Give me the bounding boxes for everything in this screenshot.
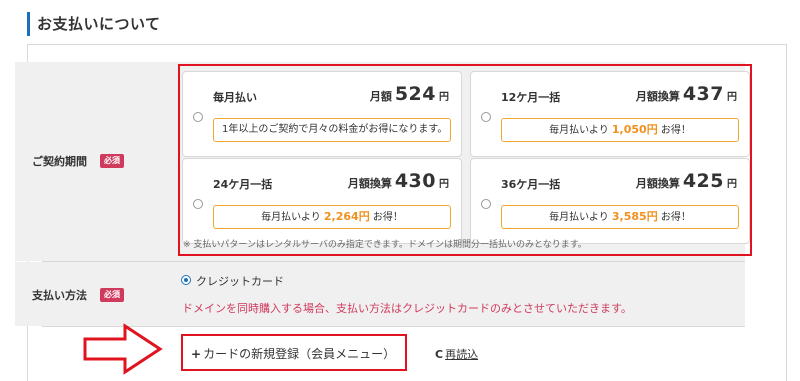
add-card-highlight-frame: + カードの新規登録（会員メニュー） — [181, 334, 407, 371]
plan-radio[interactable] — [481, 199, 491, 209]
section-heading: お支払いについて — [27, 10, 787, 36]
plan-name: 24ケ月一括 — [213, 178, 273, 191]
required-badge: 必須 — [100, 154, 124, 168]
plan-price: 月額換算 437 円 — [635, 83, 737, 105]
contract-label-cell: ご契約期間 必須 — [15, 62, 165, 261]
plan-price: 月額 524 円 — [369, 83, 449, 105]
plan-radio[interactable] — [193, 199, 203, 209]
plan-savings-note: 毎月払いより 2,264円 お得！ — [213, 205, 451, 229]
plan-monthly[interactable]: 毎月払い 月額 524 円 1年以上のご契約で月々の料金がお得になります。 — [182, 71, 462, 157]
reload-link[interactable]: C 再読込 — [435, 346, 478, 362]
payment-warning-note: ドメインを同時購入する場合、支払い方法はクレジットカードのみとさせていただきます… — [182, 302, 632, 315]
plan-36-months[interactable]: 36ケ月一括 月額換算 425 円 毎月払いより 3,585円 お得！ — [470, 158, 750, 244]
right-arrow-icon — [83, 323, 163, 375]
add-card-button[interactable]: + カードの新規登録（会員メニュー） — [191, 345, 395, 362]
plan-savings-note: 毎月払いより 1,050円 お得！ — [501, 118, 739, 142]
heading-accent-bar — [27, 12, 30, 36]
payment-label-cell: 支払い方法 必須 — [15, 262, 165, 326]
plan-radio[interactable] — [193, 112, 203, 122]
plan-savings-note: 毎月払いより 3,585円 お得！ — [501, 205, 739, 229]
credit-card-option-label[interactable]: クレジットカード — [196, 273, 284, 289]
section-title: お支払いについて — [37, 15, 161, 33]
reload-icon: C — [435, 348, 444, 361]
plan-note: 1年以上のご契約で月々の料金がお得になります。 — [213, 118, 451, 142]
plus-icon: + — [191, 347, 202, 361]
contract-label: ご契約期間 — [32, 155, 87, 168]
plan-name: 36ケ月一括 — [501, 178, 561, 191]
payment-label: 支払い方法 — [32, 289, 87, 302]
plan-radio[interactable] — [481, 112, 491, 122]
plan-name: 毎月払い — [213, 91, 257, 104]
plan-12-months[interactable]: 12ケ月一括 月額換算 437 円 毎月払いより 1,050円 お得！ — [470, 71, 750, 157]
payment-content-cell — [165, 262, 745, 326]
plan-price: 月額換算 425 円 — [635, 170, 737, 192]
required-badge: 必須 — [100, 288, 124, 302]
plan-price: 月額換算 430 円 — [347, 170, 449, 192]
plans-footnote: ※ 支払いパターンはレンタルサーバのみ指定できます。ドメインは期間分一括払いのみ… — [183, 240, 587, 250]
credit-card-radio[interactable] — [181, 275, 191, 285]
plan-name: 12ケ月一括 — [501, 91, 561, 104]
plan-24-months[interactable]: 24ケ月一括 月額換算 430 円 毎月払いより 2,264円 お得！ — [182, 158, 462, 244]
